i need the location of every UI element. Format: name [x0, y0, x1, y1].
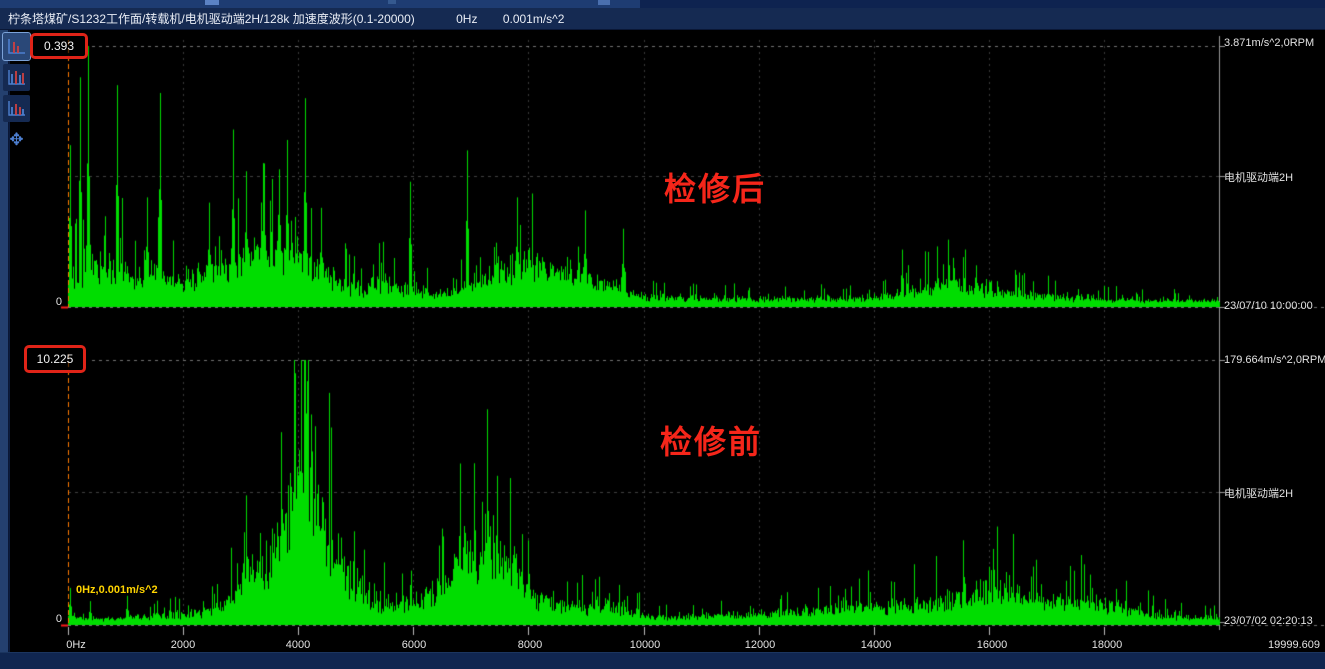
bottom-chart-timestamp-label: 23/07/02 02:20:13 — [1224, 615, 1313, 627]
bottom-chart-annotation-before-repair: 检修前 — [660, 417, 762, 463]
app-window: 柠条塔煤矿/S1232工作面/转载机/电机驱动端2H/128k 加速度波形(0.… — [0, 0, 1325, 669]
x-tick-label: 18000 — [1092, 639, 1123, 651]
tool-spectrum-overlay[interactable] — [3, 95, 30, 122]
x-tick-label: 10000 — [630, 639, 661, 651]
tool-spectrum-single[interactable] — [3, 33, 30, 60]
x-tick-label: 0Hz — [66, 639, 86, 651]
plot-tool-column: ✥ — [3, 33, 31, 157]
x-tick-label: 4000 — [286, 639, 310, 651]
top-chart-annotation-after-repair: 检修后 — [664, 164, 766, 210]
x-tick-label: 14000 — [861, 639, 892, 651]
top-chart-zero-label: 0 — [40, 296, 62, 308]
spectrum-canvas[interactable] — [0, 0, 1325, 669]
bottom-chart-max-annotation-box: 10.225 — [24, 345, 86, 373]
x-tick-label: 12000 — [745, 639, 776, 651]
spectrum-single-icon — [7, 38, 26, 55]
move-icon: ✥ — [9, 131, 23, 148]
bottom-chart-right-max-label: 179.664m/s^2,0RPM — [1224, 354, 1325, 366]
tool-spectrum-multi[interactable] — [3, 64, 30, 91]
bottom-chart-channel-label: 电机驱动端2H — [1224, 485, 1293, 501]
spectrum-overlay-icon — [7, 100, 26, 117]
bottom-chart-max-value: 10.225 — [37, 352, 74, 366]
x-tick-label: 16000 — [977, 639, 1008, 651]
top-chart-right-max-label: 3.871m/s^2,0RPM — [1224, 37, 1314, 49]
x-tick-label: 19999.609 — [1268, 639, 1320, 651]
top-chart-channel-label: 电机驱动端2H — [1224, 169, 1293, 185]
top-chart-timestamp-label: 23/07/10 10:00:00 — [1224, 300, 1313, 312]
tool-move[interactable]: ✥ — [3, 126, 30, 153]
bottom-chart-zero-label: 0 — [40, 613, 62, 625]
x-tick-label: 2000 — [171, 639, 195, 651]
x-tick-label: 8000 — [518, 639, 542, 651]
spectrum-multi-icon — [7, 69, 26, 86]
bottom-chart-cursor-readout: 0Hz,0.001m/s^2 — [76, 584, 158, 596]
x-tick-label: 6000 — [402, 639, 426, 651]
top-chart-max-value: 0.393 — [44, 39, 74, 53]
top-chart-max-annotation-box: 0.393 — [30, 33, 88, 59]
